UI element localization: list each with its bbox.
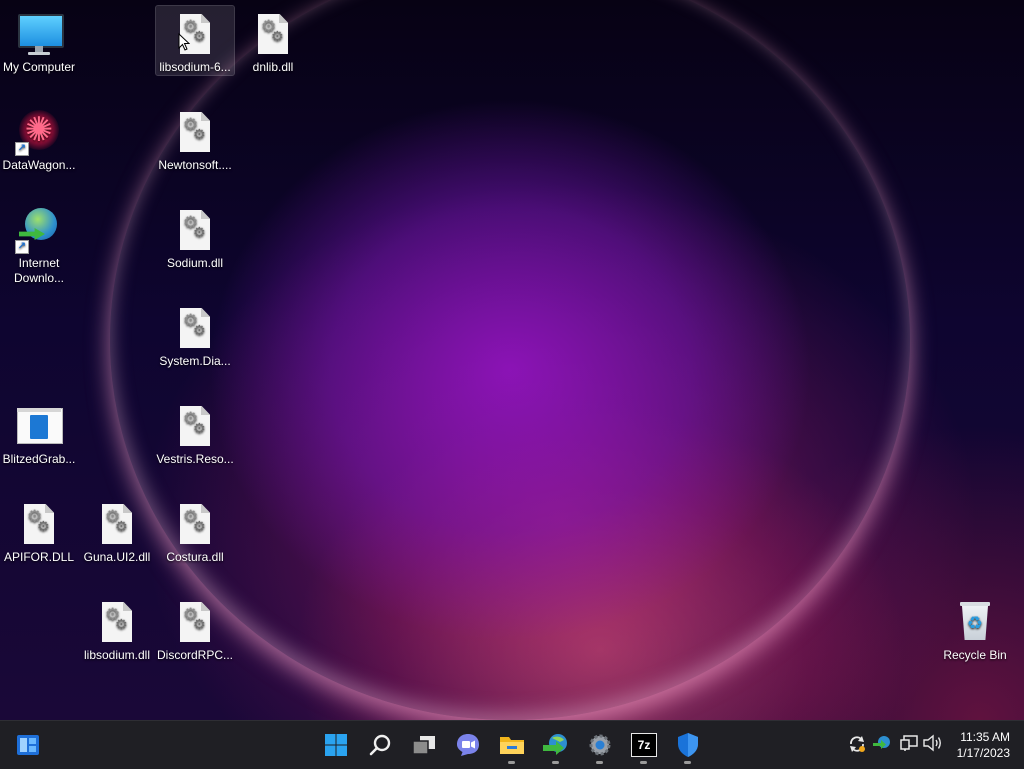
file-explorer-button[interactable] [495,729,529,764]
desktop-icon-datawagon[interactable]: ✺ ↗ DataWagon... [0,104,78,173]
icon-label: Guna.UI2.dll [83,550,151,564]
windows-security-button[interactable] [671,729,705,764]
widgets-button[interactable] [11,729,45,761]
recycle-bin-icon: ♻ [951,598,999,646]
internet-download-manager-button[interactable] [539,729,573,764]
desktop-icon-libsodium-6[interactable]: ⚙ ⚙ libsodium-6... [155,5,235,76]
shortcut-arrow-icon: ↗ [15,142,29,156]
blitzedgrab-icon [15,402,63,450]
shortcut-arrow-icon: ↗ [15,240,29,254]
dll-file-icon: ⚙ ⚙ [171,304,219,352]
icon-label: dnlib.dll [252,60,294,74]
clock-time: 11:35 AM [960,730,1010,744]
running-indicator [552,761,559,764]
desktop-icon-discordrpc[interactable]: ⚙ ⚙ DiscordRPC... [156,594,234,663]
running-indicator [640,761,647,764]
icon-label: libsodium.dll [83,648,151,662]
taskbar: 7z 11:35 AM 1/17/2023 [0,720,1024,769]
desktop-icon-internet-download[interactable]: ↗ Internet Downlo... [0,202,78,286]
desktop-icon-dnlib[interactable]: ⚙ ⚙ dnlib.dll [234,6,312,75]
7zip-label: 7z [637,738,651,752]
search-icon [369,734,391,756]
task-view-button[interactable] [407,729,441,761]
chat-icon [457,734,479,756]
dll-file-icon: ⚙ ⚙ [15,500,63,548]
desktop-icon-newtonsoft[interactable]: ⚙ ⚙ Newtonsoft.... [156,104,234,173]
chat-button[interactable] [451,729,485,761]
sync-tray-icon[interactable] [846,734,868,756]
network-icon[interactable] [898,734,920,756]
windows-security-icon [678,733,698,757]
icon-label: Vestris.Reso... [156,452,234,466]
widgets-icon [17,735,39,755]
icon-label: BlitzedGrab... [2,452,76,466]
7zip-icon: 7z [631,733,657,757]
dll-file-icon: ⚙ ⚙ [171,500,219,548]
desktop-icon-sodium[interactable]: ⚙ ⚙ Sodium.dll [156,202,234,271]
icon-label: Costura.dll [166,550,224,564]
volume-icon[interactable] [922,734,944,756]
dll-file-icon: ⚙ ⚙ [171,598,219,646]
dll-file-icon: ⚙ ⚙ [249,10,297,58]
icon-label: APIFOR.DLL [3,550,75,564]
clock[interactable]: 11:35 AM 1/17/2023 [946,729,1010,761]
icon-label: Newtonsoft.... [158,158,232,172]
icon-label: DataWagon... [2,158,76,172]
idm-tray-icon[interactable] [871,734,893,756]
desktop-icon-costura[interactable]: ⚙ ⚙ Costura.dll [156,496,234,565]
dll-file-icon: ⚙ ⚙ [93,598,141,646]
desktop-icon-libsodium-dll[interactable]: ⚙ ⚙ libsodium.dll [78,594,156,663]
settings-icon [589,734,611,756]
running-indicator [596,761,603,764]
running-indicator [684,761,691,764]
desktop-icon-system-dia[interactable]: ⚙ ⚙ System.Dia... [156,300,234,369]
computer-icon [15,10,64,58]
desktop-icon-my-computer[interactable]: My Computer [0,6,78,75]
icon-label: My Computer [2,60,76,74]
desktop-icon-guna[interactable]: ⚙ ⚙ Guna.UI2.dll [78,496,156,565]
start-icon [325,734,347,756]
7zip-button[interactable]: 7z [627,729,661,764]
dll-file-icon: ⚙ ⚙ [171,108,219,156]
dll-file-icon: ⚙ ⚙ [93,500,141,548]
icon-label: libsodium-6... [159,60,231,74]
running-indicator [508,761,515,764]
icon-label: Recycle Bin [943,648,1007,662]
desktop-icon-vestris[interactable]: ⚙ ⚙ Vestris.Reso... [156,398,234,467]
task-view-icon [412,736,435,755]
desktop[interactable]: My Computer ✺ ↗ DataWagon... ↗ Internet … [0,0,1024,720]
internet-download-manager-icon: ↗ [15,206,63,254]
icon-label: Sodium.dll [166,256,224,270]
dll-file-icon: ⚙ ⚙ [171,206,219,254]
search-button[interactable] [363,729,397,761]
icon-label: System.Dia... [159,354,231,368]
internet-download-manager-icon [543,734,567,755]
desktop-icon-apifor[interactable]: ⚙ ⚙ APIFOR.DLL [0,496,78,565]
desktop-icon-recycle-bin[interactable]: ♻ Recycle Bin [936,594,1014,663]
file-explorer-icon [500,737,524,754]
dll-file-icon: ⚙ ⚙ [171,402,219,450]
clock-date: 1/17/2023 [956,746,1010,760]
start-button[interactable] [319,729,353,761]
icon-label: Internet Downlo... [13,256,65,285]
desktop-icon-blitzedgrab[interactable]: BlitzedGrab... [0,398,78,467]
settings-button[interactable] [583,729,617,764]
datawagon-icon: ✺ ↗ [15,108,63,156]
icon-label: DiscordRPC... [156,648,233,662]
